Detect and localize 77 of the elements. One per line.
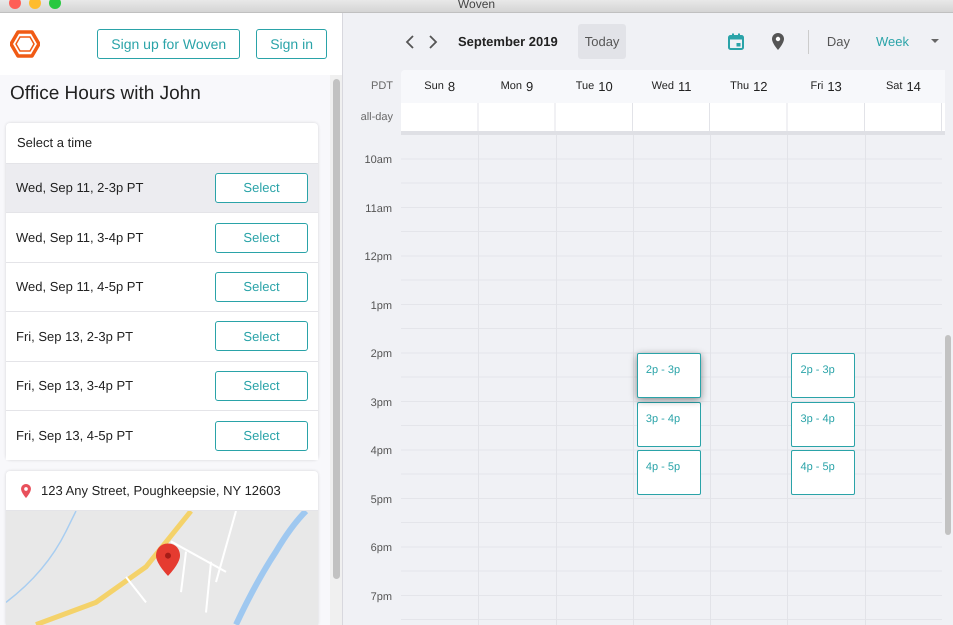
map-pin-icon — [21, 484, 31, 498]
select-button[interactable]: Select — [215, 420, 308, 451]
date-label: 14 — [906, 78, 921, 96]
weekday-label: Sun — [424, 79, 444, 94]
hour-label: 6pm — [370, 542, 392, 554]
map-pin-icon — [772, 33, 784, 50]
all-day-row[interactable] — [401, 103, 945, 131]
hour-label: 12pm — [364, 251, 392, 263]
minimize-icon[interactable] — [29, 0, 41, 9]
sign-in-button[interactable]: Sign in — [256, 29, 327, 59]
select-button[interactable]: Select — [215, 173, 308, 204]
card-heading: Select a time — [17, 134, 92, 152]
weekday-label: Thu — [730, 79, 750, 94]
hour-label: 1pm — [370, 300, 392, 312]
window-title: Woven — [458, 0, 496, 12]
hour-label: 10am — [364, 154, 392, 166]
event-time: 3p - 4p — [800, 412, 835, 424]
chevron-left-icon — [405, 34, 415, 48]
date-label: 11 — [678, 78, 692, 96]
close-icon[interactable] — [9, 0, 21, 9]
time-slot-label: Wed, Sep 11, 3-4p PT — [16, 228, 144, 247]
time-slot-label: Fri, Sep 13, 4-5p PT — [16, 426, 134, 445]
day-column[interactable]: 2p - 3p 3p - 4p 4p - 5p — [632, 135, 710, 625]
weekday-label: Wed — [652, 79, 674, 94]
previous-button[interactable] — [405, 34, 415, 48]
event-block[interactable]: 2p - 3p — [791, 353, 856, 398]
event-block[interactable]: 3p - 4p — [636, 402, 701, 446]
event-time: 2p - 3p — [800, 364, 835, 376]
date-label: 12 — [753, 78, 768, 96]
hexagon-logo-icon — [10, 29, 40, 59]
time-slot-label: Fri, Sep 13, 2-3p PT — [16, 328, 134, 346]
time-slot-label: Wed, Sep 11, 4-5p PT — [16, 278, 144, 296]
chevron-right-icon — [428, 34, 438, 48]
sign-up-button[interactable]: Sign up for Woven — [97, 29, 240, 59]
select-button[interactable]: Select — [215, 272, 308, 302]
hour-label: 7pm — [370, 590, 392, 602]
event-block[interactable]: 4p - 5p — [636, 450, 701, 495]
date-label: 10 — [598, 78, 613, 96]
weekday-label: Sat — [886, 79, 902, 94]
select-button[interactable]: Select — [215, 321, 308, 352]
date-label: 8 — [448, 78, 456, 96]
day-column[interactable]: 2p - 3p 3p - 4p 4p - 5p — [787, 135, 865, 625]
hour-label: 3pm — [370, 396, 392, 408]
maximize-icon[interactable] — [49, 0, 61, 9]
timezone-label: PDT — [371, 79, 393, 94]
select-button[interactable]: Select — [215, 370, 308, 401]
event-time: 4p - 5p — [646, 461, 680, 473]
event-time: 4p - 5p — [800, 461, 835, 473]
all-day-label: all-day — [360, 110, 393, 125]
hour-label: 5pm — [370, 494, 392, 506]
time-slot-label: Wed, Sep 11, 2-3p PT — [16, 179, 144, 198]
month-title: September 2019 — [458, 32, 558, 51]
date-label: 9 — [526, 78, 534, 96]
address-text: 123 Any Street, Poughkeepsie, NY 12603 — [41, 482, 281, 500]
event-block[interactable]: 3p - 4p — [791, 402, 856, 446]
select-button[interactable]: Select — [215, 222, 308, 253]
weekday-label: Fri — [810, 79, 824, 94]
next-button[interactable] — [428, 34, 438, 48]
event-block[interactable]: 4p - 5p — [791, 450, 856, 495]
date-label: 13 — [827, 78, 842, 96]
calendar-icon — [728, 33, 744, 50]
event-time: 3p - 4p — [646, 412, 680, 424]
time-slot-label: Fri, Sep 13, 3-4p PT — [16, 377, 134, 395]
hour-label: 11am — [365, 202, 392, 214]
caret-icon[interactable] — [931, 39, 939, 44]
view-tab[interactable]: Week — [872, 32, 913, 52]
today-button[interactable]: Today — [578, 24, 626, 59]
event-time: 2p - 3p — [646, 364, 680, 376]
weekday-label: Tue — [576, 79, 594, 94]
scrollbar[interactable] — [330, 75, 342, 625]
page-title: Office Hours with John — [9, 82, 202, 106]
hour-label: 4pm — [370, 445, 392, 457]
hour-label: 2pm — [370, 348, 392, 360]
weekday-label: Mon — [500, 79, 522, 94]
day-column[interactable] — [556, 135, 633, 625]
event-block[interactable]: 2p - 3p — [636, 353, 701, 398]
view-tab[interactable]: Day — [822, 32, 854, 52]
